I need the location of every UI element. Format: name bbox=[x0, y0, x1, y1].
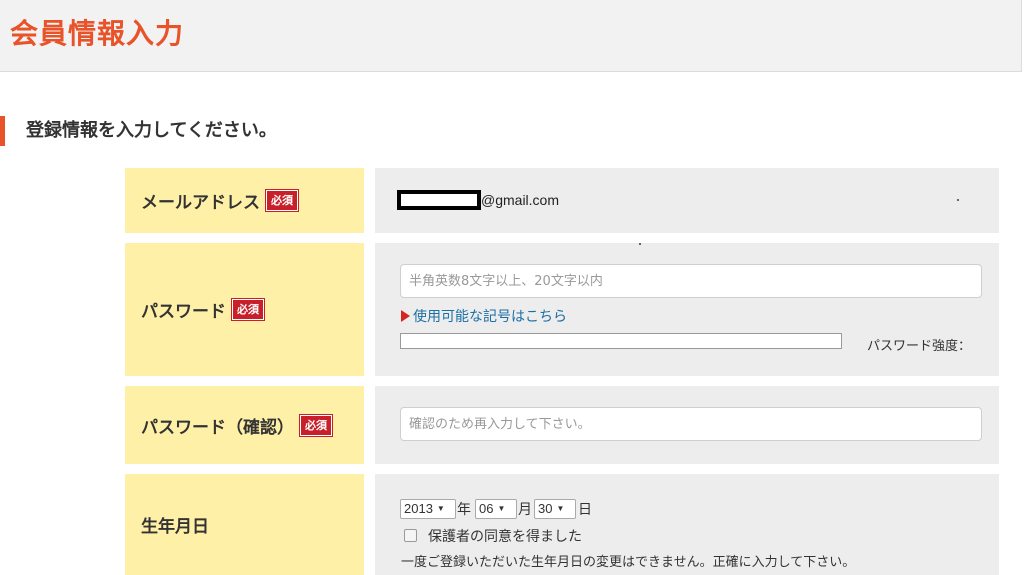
year-unit: 年 bbox=[457, 502, 471, 518]
birthdate-label: 生年月日 bbox=[141, 517, 209, 537]
password-row: パスワード 必須 使用可能な記号はこちら パスワード強度： bbox=[125, 243, 999, 376]
birth-day-value: 30 bbox=[538, 501, 553, 516]
required-badge: 必須 bbox=[231, 298, 265, 321]
birth-month-value: 06 bbox=[479, 501, 494, 516]
birth-month-select[interactable]: 06 ▼ bbox=[475, 499, 517, 519]
birth-year-value: 2013 bbox=[404, 501, 433, 516]
password-confirm-value-cell bbox=[375, 386, 999, 464]
email-row: メールアドレス 必須 @gmail.com bbox=[125, 168, 999, 233]
symbol-link[interactable]: 使用可能な記号はこちら bbox=[401, 306, 567, 326]
birth-day-select[interactable]: 30 ▼ bbox=[534, 499, 576, 519]
guardian-consent-label[interactable]: 保護者の同意を得ました bbox=[428, 526, 582, 546]
password-confirm-label: パスワード（確認） bbox=[141, 417, 294, 438]
password-strength-bar bbox=[400, 333, 842, 349]
password-input[interactable] bbox=[400, 264, 982, 298]
required-badge: 必須 bbox=[265, 189, 299, 212]
symbol-link-text: 使用可能な記号はこちら bbox=[413, 309, 567, 325]
birthdate-value-cell: 2013 ▼ 年 06 ▼ 月 30 ▼ 日 保護者の同意を得ました 一度ご登録いただ… bbox=[375, 474, 999, 575]
required-badge: 必須 bbox=[299, 413, 333, 437]
page-header: 会員情報入力 bbox=[0, 0, 1022, 72]
stray-dot bbox=[639, 243, 641, 245]
chevron-down-icon: ▼ bbox=[436, 504, 445, 513]
password-confirm-row: パスワード（確認） 必須 bbox=[125, 386, 999, 464]
password-confirm-label-cell: パスワード（確認） 必須 bbox=[125, 386, 364, 464]
password-strength-label: パスワード強度： bbox=[867, 339, 972, 354]
section-heading: 登録情報を入力してください。 bbox=[0, 116, 277, 146]
password-value-cell: 使用可能な記号はこちら パスワード強度： bbox=[375, 243, 999, 376]
redaction-box bbox=[397, 190, 481, 210]
chevron-down-icon: ▼ bbox=[556, 504, 565, 513]
birthdate-row: 生年月日 2013 ▼ 年 06 ▼ 月 30 ▼ 日 保護者の同意を得ました 一度ご… bbox=[125, 474, 999, 575]
triangle-right-icon bbox=[401, 310, 410, 322]
birthdate-note: 一度ご登録いただいた生年月日の変更はできません。正確に入力して下さい。 bbox=[401, 555, 856, 570]
email-label-cell: メールアドレス 必須 bbox=[125, 168, 364, 233]
month-unit: 月 bbox=[518, 502, 532, 518]
guardian-consent-checkbox[interactable] bbox=[404, 529, 417, 542]
password-confirm-input[interactable] bbox=[400, 407, 982, 441]
stray-dot bbox=[957, 199, 959, 201]
password-label-cell: パスワード 必須 bbox=[125, 243, 364, 376]
email-value-cell: @gmail.com bbox=[375, 168, 999, 233]
day-unit: 日 bbox=[578, 502, 592, 518]
birthdate-label-cell: 生年月日 bbox=[125, 474, 364, 575]
page-title: 会員情報入力 bbox=[10, 17, 185, 50]
chevron-down-icon: ▼ bbox=[497, 504, 506, 513]
birth-year-select[interactable]: 2013 ▼ bbox=[400, 499, 456, 519]
password-label: パスワード bbox=[141, 302, 226, 322]
email-label: メールアドレス bbox=[141, 193, 260, 213]
email-domain: @gmail.com bbox=[481, 192, 560, 208]
